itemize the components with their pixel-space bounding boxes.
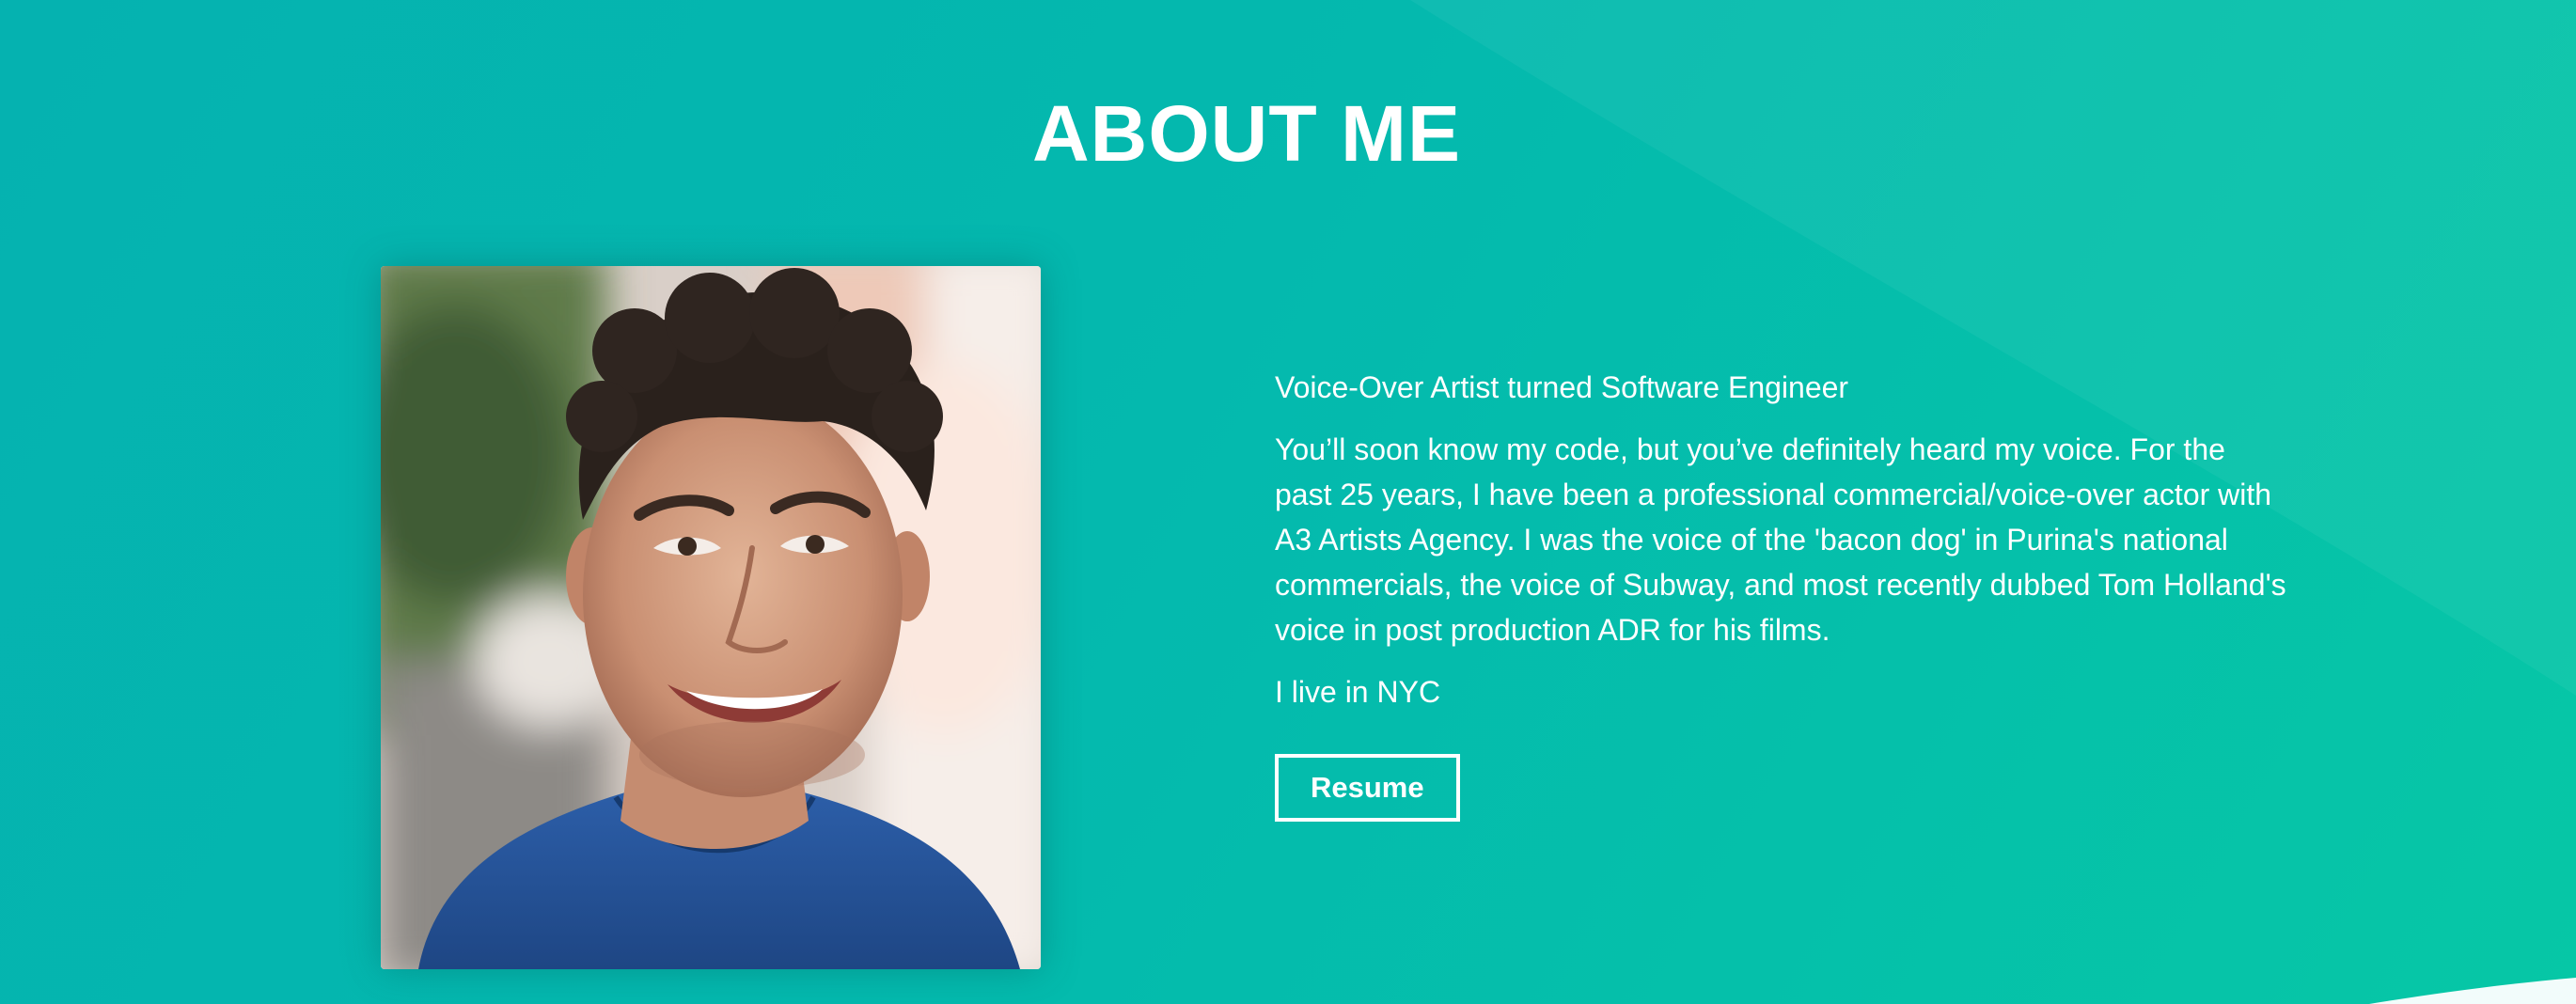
portrait-image	[381, 266, 1041, 969]
about-content: Voice-Over Artist turned Software Engine…	[1275, 365, 2290, 822]
about-section: ABOUT ME Voice-Over Artist turned Softwa…	[0, 0, 2576, 1004]
section-title: ABOUT ME	[1032, 89, 1461, 178]
about-location: I live in NYC	[1275, 675, 1441, 709]
about-bio: You’ll soon know my code, but you’ve def…	[1275, 432, 2286, 647]
resume-button[interactable]: Resume	[1275, 754, 1460, 822]
profile-photo	[381, 266, 1041, 969]
about-subtitle: Voice-Over Artist turned Software Engine…	[1275, 370, 1849, 404]
